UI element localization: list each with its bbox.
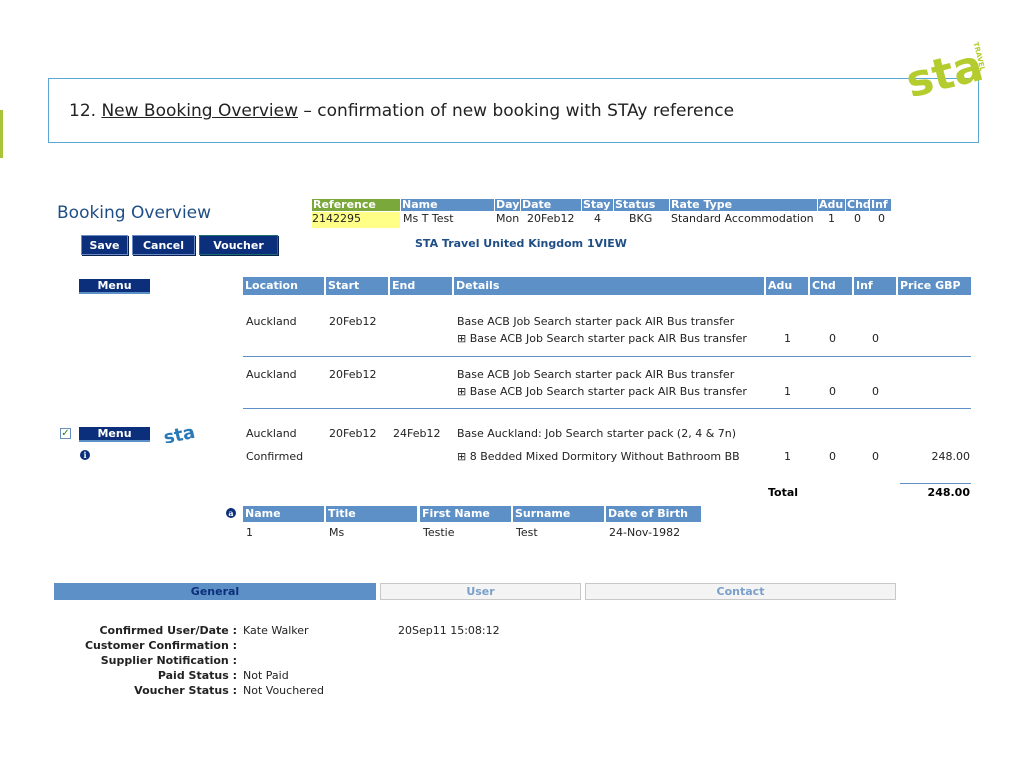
summary-header-date: Date xyxy=(521,199,581,211)
row2-adu: 1 xyxy=(784,385,791,398)
summary-header-status: Status xyxy=(614,199,669,211)
row3-menu-button[interactable]: Menu xyxy=(79,427,150,442)
pax-surname: Test xyxy=(516,526,538,539)
grid-header-chd: Chd xyxy=(810,277,852,295)
pax-title: Ms xyxy=(329,526,345,539)
confirmed-date-value: 20Sep11 15:08:12 xyxy=(398,624,500,637)
row1-chd: 0 xyxy=(829,332,836,345)
menu-button[interactable]: Menu xyxy=(79,279,150,294)
row2-detail-line1: Base ACB Job Search starter pack AIR Bus… xyxy=(457,368,735,381)
summary-day-value: Mon xyxy=(496,212,520,225)
summary-stay-value: 4 xyxy=(594,212,601,225)
slide-title-suffix: – confirmation of new booking with STAy … xyxy=(297,101,735,121)
save-button[interactable]: Save xyxy=(81,235,128,255)
passenger-info-icon[interactable]: a xyxy=(226,508,236,518)
summary-rate-type-value: Standard Accommodation xyxy=(671,212,814,225)
grid-header-end: End xyxy=(390,277,452,295)
total-divider xyxy=(900,483,971,484)
row1-detail-line2[interactable]: ⊞ Base ACB Job Search starter pack AIR B… xyxy=(457,332,747,346)
booking-overview-title: Booking Overview xyxy=(57,203,212,223)
summary-header-name: Name xyxy=(401,199,494,211)
sta-mini-logo: sta xyxy=(162,422,197,443)
grid-header-price: Price GBP xyxy=(898,277,971,295)
grid-header-inf: Inf xyxy=(854,277,896,295)
summary-name-value: Ms T Test xyxy=(403,212,454,225)
pax-dob: 24-Nov-1982 xyxy=(609,526,681,539)
mini-logo-text: sta xyxy=(162,422,197,443)
pax-header-name: Name xyxy=(243,506,324,522)
row3-location: Auckland xyxy=(246,427,297,440)
summary-header-inf: Inf xyxy=(870,199,891,211)
slide-title-link: New Booking Overview xyxy=(101,101,298,121)
row3-end: 24Feb12 xyxy=(393,427,441,440)
row3-inf: 0 xyxy=(872,450,879,463)
grid-header-adu: Adu xyxy=(766,277,808,295)
sta-travel-logo: sta TRAVEL xyxy=(901,40,988,100)
row2-location: Auckland xyxy=(246,368,297,381)
info-icon[interactable]: i xyxy=(80,450,90,460)
row2-start: 20Feb12 xyxy=(329,368,377,381)
summary-header-chd: Chd xyxy=(846,198,871,211)
cancel-button[interactable]: Cancel xyxy=(132,235,195,255)
row1-detail-line1: Base ACB Job Search starter pack AIR Bus… xyxy=(457,315,735,328)
summary-adu-value: 1 xyxy=(828,212,835,225)
summary-header-rate-type: Rate Type xyxy=(670,199,817,211)
pax-header-dob: Date of Birth xyxy=(606,506,701,522)
summary-date-value: 20Feb12 xyxy=(527,212,575,225)
row3-start: 20Feb12 xyxy=(329,427,377,440)
summary-chd-value: 0 xyxy=(854,212,861,225)
row3-adu: 1 xyxy=(784,450,791,463)
row3-price: 248.00 xyxy=(931,450,971,463)
summary-status-value: BKG xyxy=(629,212,653,225)
row3-checkbox[interactable]: ✓ xyxy=(60,428,71,439)
slide-title-prefix: 12. xyxy=(69,101,102,121)
summary-header-stay: Stay xyxy=(582,199,613,211)
pax-header-first-name: First Name xyxy=(420,506,511,522)
row3-detail-line1: Base Auckland: Job Search starter pack (… xyxy=(457,427,737,440)
tab-general[interactable]: General xyxy=(54,583,376,600)
summary-header-reference: Reference xyxy=(312,199,400,211)
tab-user[interactable]: User xyxy=(380,583,581,600)
voucher-button[interactable]: Voucher xyxy=(199,235,278,255)
row3-detail-line2[interactable]: ⊞ 8 Bedded Mixed Dormitory Without Bathr… xyxy=(457,450,740,464)
row1-adu: 1 xyxy=(784,332,791,345)
pax-first-name: Testie xyxy=(423,526,455,539)
row2-detail-line2[interactable]: ⊞ Base ACB Job Search starter pack AIR B… xyxy=(457,385,747,399)
slide-title-box: 12. New Booking Overview – confirmation … xyxy=(48,78,979,143)
summary-header-adu: Adu xyxy=(818,198,845,211)
summary-reference-value: 2142295 xyxy=(312,212,400,228)
total-value: 248.00 xyxy=(927,486,970,499)
paid-status-value: Not Paid xyxy=(243,669,289,682)
pax-header-surname: Surname xyxy=(513,506,604,522)
row2-chd: 0 xyxy=(829,385,836,398)
row1-inf: 0 xyxy=(872,332,879,345)
total-label: Total xyxy=(768,486,799,499)
row1-start: 20Feb12 xyxy=(329,315,377,328)
pax-number: 1 xyxy=(246,526,253,539)
row3-chd: 0 xyxy=(829,450,836,463)
row-separator xyxy=(243,356,971,357)
row2-inf: 0 xyxy=(872,385,879,398)
confirmed-user-value: Kate Walker xyxy=(243,624,309,637)
left-accent-bar xyxy=(0,110,3,158)
grid-header-start: Start xyxy=(326,277,388,295)
customer-confirmation-label: Customer Confirmation : xyxy=(84,639,237,652)
row3-status: Confirmed xyxy=(246,450,304,463)
tab-contact[interactable]: Contact xyxy=(585,583,896,600)
confirmed-user-label: Confirmed User/Date : xyxy=(99,624,237,637)
paid-status-label: Paid Status : xyxy=(157,669,237,682)
grid-header-details: Details xyxy=(454,277,764,295)
voucher-status-value: Not Vouchered xyxy=(243,684,324,697)
voucher-status-label: Voucher Status : xyxy=(134,684,237,697)
row-separator xyxy=(243,408,971,409)
slide-title: 12. New Booking Overview – confirmation … xyxy=(69,101,734,121)
summary-header-day: Day xyxy=(495,198,520,211)
pax-header-title: Title xyxy=(326,506,417,522)
agency-label: STA Travel United Kingdom 1VIEW xyxy=(415,237,627,250)
row1-location: Auckland xyxy=(246,315,297,328)
summary-inf-value: 0 xyxy=(878,212,885,225)
grid-header-location: Location xyxy=(243,277,324,295)
supplier-notification-label: Supplier Notification : xyxy=(100,654,237,667)
